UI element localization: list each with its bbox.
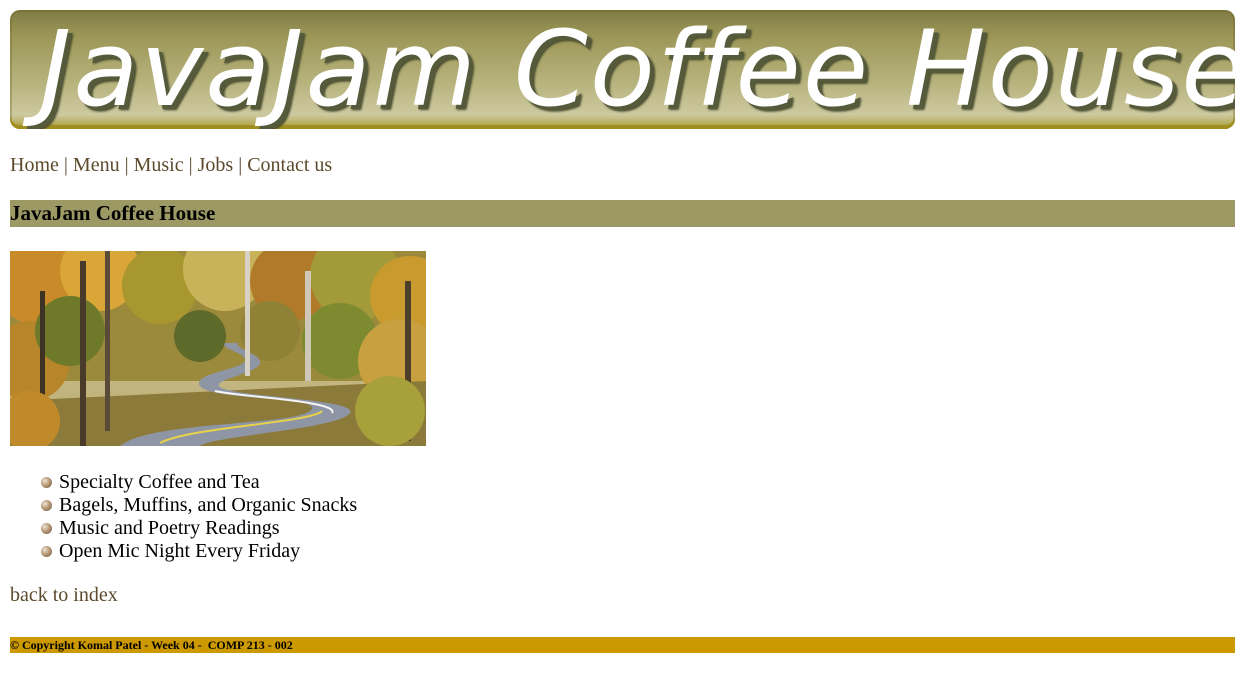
nav-link-jobs[interactable]: Jobs — [198, 154, 234, 176]
site-banner: JavaJam Coffee House — [10, 10, 1235, 129]
banner-logo-text: JavaJam Coffee House — [40, 10, 1235, 129]
bead-bullet-icon — [41, 523, 52, 534]
hero-photo-winding-road — [10, 251, 426, 446]
list-item-text: Music and Poetry Readings — [59, 517, 280, 539]
bead-bullet-icon — [41, 500, 52, 511]
nav-separator: | — [63, 154, 73, 176]
features-list: Specialty Coffee and Tea Bagels, Muffins… — [40, 471, 357, 563]
back-to-index-link[interactable]: back to index — [10, 583, 118, 607]
nav-separator: | — [124, 154, 134, 176]
list-item-text: Open Mic Night Every Friday — [59, 540, 301, 562]
nav-link-contact[interactable]: Contact us — [247, 154, 332, 176]
list-item: Specialty Coffee and Tea — [40, 471, 357, 494]
page-heading: JavaJam Coffee House — [10, 200, 1235, 227]
footer-copyright: © Copyright Komal Patel - Week 04 - COMP… — [10, 637, 1235, 653]
list-item-text: Specialty Coffee and Tea — [59, 471, 260, 493]
main-nav: Home | Menu | Music | Jobs | Contact us — [10, 153, 332, 177]
nav-separator: | — [188, 154, 198, 176]
list-item: Music and Poetry Readings — [40, 517, 357, 540]
nav-separator: | — [238, 154, 248, 176]
nav-link-menu[interactable]: Menu — [73, 154, 120, 176]
list-item-text: Bagels, Muffins, and Organic Snacks — [59, 494, 358, 516]
bead-bullet-icon — [41, 546, 52, 557]
page: JavaJam Coffee House Home | Menu | Music… — [0, 0, 1256, 681]
nav-link-home[interactable]: Home — [10, 154, 59, 176]
hero-photo-svg — [10, 251, 426, 446]
list-item: Open Mic Night Every Friday — [40, 540, 357, 563]
nav-link-music[interactable]: Music — [134, 154, 184, 176]
list-item: Bagels, Muffins, and Organic Snacks — [40, 494, 357, 517]
bead-bullet-icon — [41, 477, 52, 488]
